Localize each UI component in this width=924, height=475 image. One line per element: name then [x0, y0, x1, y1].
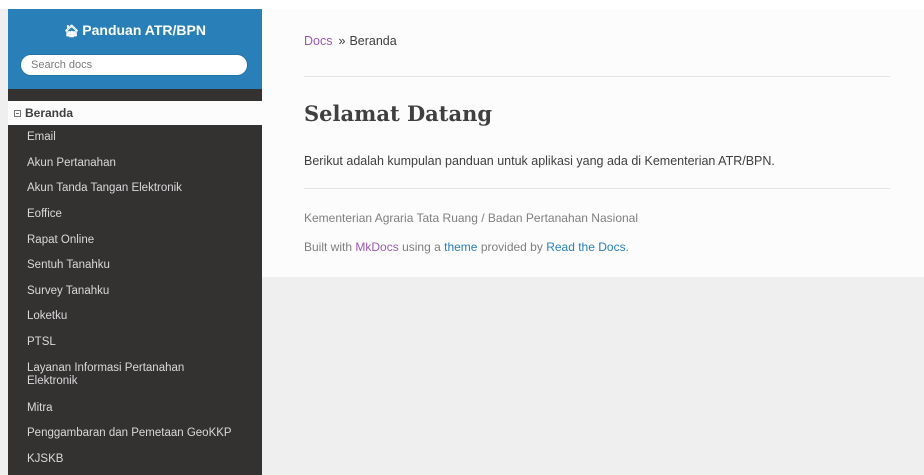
- intro-text: Berikut adalah kumpulan panduan untuk ap…: [304, 154, 775, 168]
- footer-text: using a: [402, 240, 441, 254]
- sidebar-nav: Beranda Email Akun Pertanahan Akun Tanda…: [8, 101, 262, 472]
- theme-link[interactable]: theme: [444, 240, 477, 254]
- breadcrumb-current: Beranda: [349, 34, 397, 48]
- sidebar-item-loketku[interactable]: Loketku: [8, 304, 262, 330]
- divider: [304, 188, 890, 189]
- footer-built-with: Built with MkDocs using a theme provided…: [304, 240, 629, 254]
- footer-text: Built with: [304, 240, 353, 254]
- sidebar-header: 🏠︎ Panduan ATR/BPN: [8, 9, 262, 89]
- sidebar-list: Email Akun Pertanahan Akun Tanda Tangan …: [8, 125, 262, 472]
- sidebar-item-kjskb[interactable]: KJSKB: [8, 447, 262, 473]
- sidebar-item-email[interactable]: Email: [8, 125, 262, 151]
- read-the-docs-link[interactable]: Read the Docs: [546, 240, 625, 254]
- home-icon: 🏠︎: [64, 24, 80, 38]
- sidebar-item-eoffice[interactable]: Eoffice: [8, 202, 262, 228]
- sidebar-item-label: Beranda: [25, 106, 74, 120]
- search-input[interactable]: [20, 54, 248, 76]
- sidebar-item-geokkp[interactable]: Penggambaran dan Pemetaan GeoKKP: [8, 421, 262, 447]
- footer-text: .: [625, 240, 629, 254]
- sidebar-item-akun-tte[interactable]: Akun Tanda Tangan Elektronik: [8, 176, 262, 202]
- mkdocs-link[interactable]: MkDocs: [355, 240, 398, 254]
- sidebar-item-ptsl[interactable]: PTSL: [8, 330, 262, 356]
- breadcrumb-docs-link[interactable]: Docs: [304, 34, 332, 48]
- sidebar-item-sentuh-tanahku[interactable]: Sentuh Tanahku: [8, 253, 262, 279]
- sidebar-item-beranda[interactable]: Beranda: [8, 101, 262, 125]
- main-content: Docs » Beranda Selamat Datang Berikut adal…: [262, 9, 924, 277]
- site-brand-link[interactable]: 🏠︎ Panduan ATR/BPN: [8, 21, 262, 40]
- sidebar: 🏠︎Panduan ATR/BPN Beranda Email Akun Per…: [8, 9, 262, 475]
- sidebar-item-akun-pertanahan[interactable]: Akun Pertanahan: [8, 151, 262, 177]
- sidebar-item-survey-tanahku[interactable]: Survey Tanahku: [8, 279, 262, 305]
- breadcrumb-separator: »: [338, 34, 346, 48]
- site-brand-label: Panduan ATR/BPN: [82, 22, 206, 38]
- sidebar-item-rapat-online[interactable]: Rapat Online: [8, 227, 262, 253]
- footer-text: provided by: [480, 240, 543, 254]
- sidebar-item-lipe[interactable]: Layanan Informasi Pertanahan Elektronik: [8, 355, 262, 395]
- footer-copyright: Kementerian Agraria Tata Ruang / Badan P…: [304, 211, 639, 225]
- page-title: Selamat Datang: [304, 101, 493, 126]
- collapse-icon: [14, 109, 21, 117]
- divider: [304, 76, 890, 77]
- top-strip: [0, 0, 924, 9]
- breadcrumb: Docs » Beranda: [304, 34, 397, 48]
- sidebar-item-mitra[interactable]: Mitra: [8, 395, 262, 421]
